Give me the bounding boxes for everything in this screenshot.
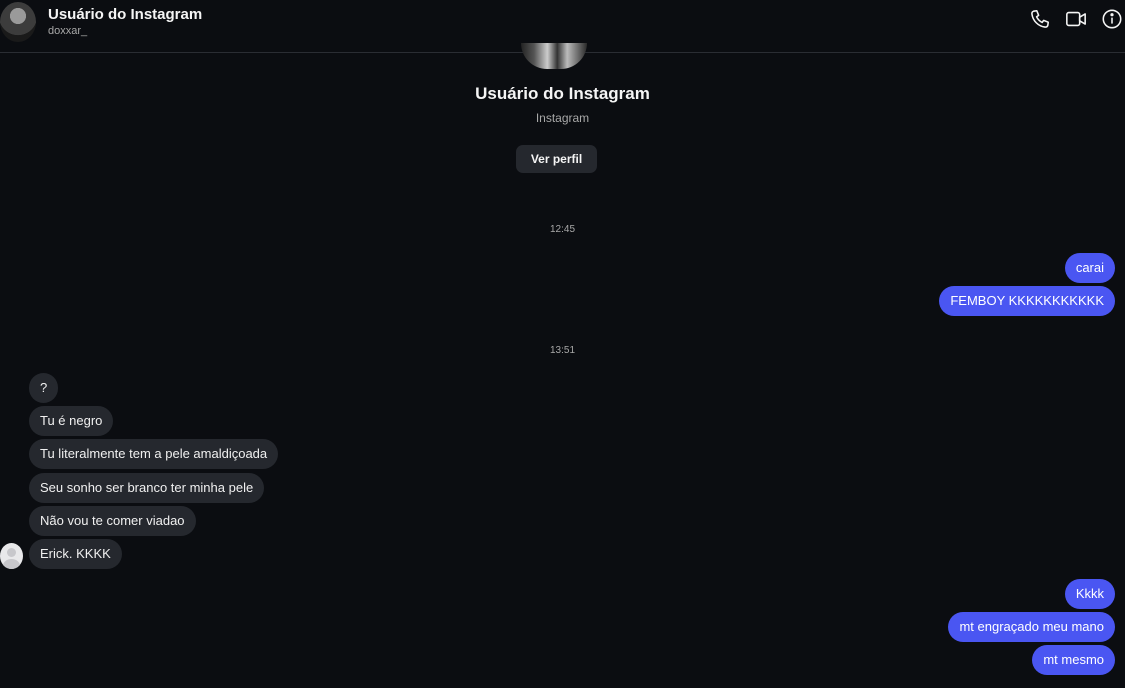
- timestamp: 13:51: [549, 345, 576, 356]
- sender-avatar[interactable]: [0, 543, 23, 569]
- message-incoming[interactable]: Tu literalmente tem a pele amaldiçoada: [29, 439, 279, 469]
- view-profile-button[interactable]: Ver perfil: [516, 145, 597, 173]
- avatar[interactable]: [0, 2, 36, 42]
- phone-icon[interactable]: [1029, 8, 1051, 30]
- profile-subtitle: Instagram: [535, 111, 590, 125]
- header-actions: [1029, 8, 1123, 30]
- message-outgoing[interactable]: carai: [1064, 253, 1115, 283]
- info-icon[interactable]: [1101, 8, 1123, 30]
- message-outgoing[interactable]: FEMBOY KKKKKKKKKKK: [939, 286, 1115, 316]
- message-outgoing[interactable]: Kkkk: [1064, 579, 1115, 609]
- message-outgoing[interactable]: mt mesmo: [1032, 645, 1115, 675]
- chat-title[interactable]: Usuário do Instagram: [48, 6, 202, 23]
- profile-name: Usuário do Instagram: [475, 84, 650, 103]
- video-camera-icon[interactable]: [1065, 8, 1087, 30]
- timestamp: 12:45: [549, 224, 576, 235]
- message-outgoing[interactable]: mt engraçado meu mano: [948, 612, 1115, 642]
- chat-username: doxxar_: [48, 25, 88, 37]
- message-incoming[interactable]: Seu sonho ser branco ter minha pele: [29, 473, 265, 503]
- message-incoming[interactable]: Erick. KKKK: [29, 539, 122, 569]
- profile-avatar: [521, 43, 587, 69]
- message-incoming[interactable]: ?: [29, 373, 59, 403]
- message-incoming[interactable]: Não vou te comer viadao: [29, 506, 196, 536]
- message-incoming[interactable]: Tu é negro: [29, 406, 114, 436]
